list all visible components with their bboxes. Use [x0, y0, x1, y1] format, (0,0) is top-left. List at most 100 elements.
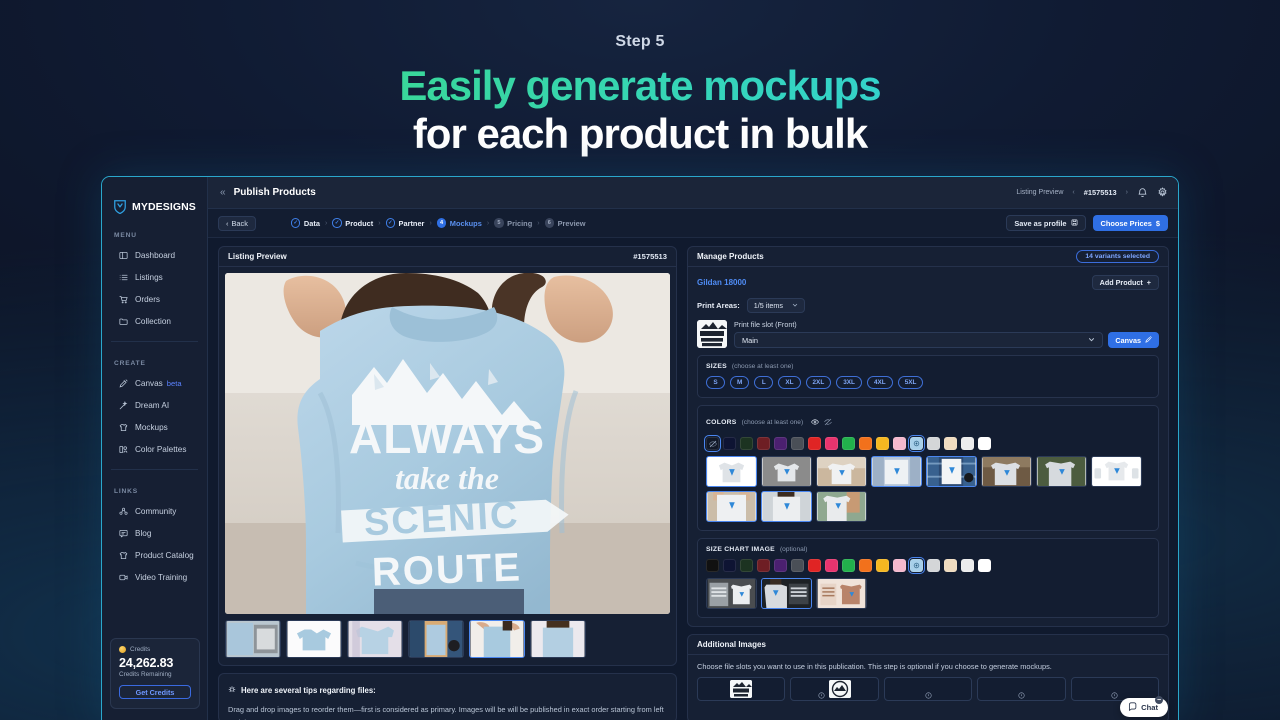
chart-color-light-pink[interactable]: [893, 559, 906, 572]
color-swatch-orange[interactable]: [859, 437, 872, 450]
chart-color-pink-hot[interactable]: [825, 559, 838, 572]
listing-id[interactable]: #1575513: [1084, 188, 1117, 197]
wizard-step-mockups[interactable]: 4 Mockups: [436, 218, 482, 228]
size-chip-l[interactable]: L: [754, 376, 774, 389]
chart-color-red[interactable]: [808, 559, 821, 572]
sidebar-item-community[interactable]: Community: [102, 502, 207, 520]
size-chip-2xl[interactable]: 2XL: [805, 376, 832, 389]
preview-thumbnail[interactable]: [408, 620, 464, 658]
mockup-forest-model[interactable]: [1036, 456, 1087, 487]
color-swatch-maroon[interactable]: [757, 437, 770, 450]
back-button[interactable]: ‹ Back: [218, 215, 256, 231]
size-chip-5xl[interactable]: 5XL: [897, 376, 924, 389]
color-swatch-white[interactable]: [978, 437, 991, 450]
mockup-model-indoor[interactable]: [816, 456, 867, 487]
preview-thumbnail[interactable]: [225, 620, 281, 658]
print-file-thumbnail[interactable]: [697, 320, 727, 348]
color-swatch-ash[interactable]: [961, 437, 974, 450]
color-swatch-forest[interactable]: [740, 437, 753, 450]
size-chip-m[interactable]: M: [730, 376, 750, 389]
sidebar-item-dream-ai[interactable]: Dream AI: [102, 396, 207, 414]
next-listing-icon[interactable]: ›: [1126, 189, 1128, 196]
chart-color-sport-grey[interactable]: [927, 559, 940, 572]
sidebar-item-mockups[interactable]: Mockups: [102, 418, 207, 436]
save-as-profile-button[interactable]: Save as profile: [1006, 215, 1086, 231]
chart-color-purple[interactable]: [774, 559, 787, 572]
eye-off-icon[interactable]: [824, 413, 832, 431]
chart-color-white[interactable]: [978, 559, 991, 572]
color-swatch-sand[interactable]: [944, 437, 957, 450]
chart-color-light-blue[interactable]: [908, 557, 925, 574]
chart-color-orange[interactable]: [859, 559, 872, 572]
chart-color-ash[interactable]: [961, 559, 974, 572]
chart-color-maroon[interactable]: [757, 559, 770, 572]
chart-color-navy[interactable]: [723, 559, 736, 572]
gear-icon[interactable]: [1157, 187, 1168, 198]
sidebar-item-product-catalog[interactable]: Product Catalog: [102, 546, 207, 564]
color-swatch-green[interactable]: [842, 437, 855, 450]
file-slot-design-always[interactable]: [697, 677, 786, 701]
print-file-slot-select[interactable]: Main: [734, 332, 1104, 348]
sidebar-item-listings[interactable]: Listings: [102, 268, 207, 286]
file-slot-design-mountain[interactable]: [790, 677, 879, 701]
chart-color-gold[interactable]: [876, 559, 889, 572]
chart-color-forest[interactable]: [740, 559, 753, 572]
preview-image[interactable]: ALWAYS take the SCENIC ROUTE: [225, 273, 670, 614]
preview-thumbnail[interactable]: [347, 620, 403, 658]
brand-logo[interactable]: MYDESIGNS: [102, 177, 207, 215]
sidebar-item-video-training[interactable]: Video Training: [102, 568, 207, 586]
file-slot-empty-2[interactable]: [977, 677, 1066, 701]
color-swatch-sport-grey[interactable]: [927, 437, 940, 450]
mockup-front-flat-white[interactable]: [706, 456, 757, 487]
preview-thumbnail-selected[interactable]: [469, 620, 525, 658]
wizard-step-preview[interactable]: 6 Preview: [544, 218, 586, 228]
color-swatch-black[interactable]: [704, 435, 721, 452]
product-name-link[interactable]: Gildan 18000: [697, 278, 746, 287]
mockup-model-smiling[interactable]: [816, 491, 867, 522]
chart-color-black[interactable]: [706, 559, 719, 572]
color-swatch-gold[interactable]: [876, 437, 889, 450]
preview-thumbnail[interactable]: [286, 620, 342, 658]
size-chart-model-dark[interactable]: [761, 578, 812, 609]
chat-widget[interactable]: Chat −: [1120, 696, 1168, 717]
bell-icon[interactable]: [1137, 187, 1148, 198]
sidebar-item-orders[interactable]: Orders: [102, 290, 207, 308]
mockup-hanger-dark-bg[interactable]: [761, 456, 812, 487]
sidebar-item-canvas[interactable]: Canvas beta: [102, 374, 207, 392]
collapse-sidebar-icon[interactable]: «: [220, 187, 226, 198]
chart-color-charcoal[interactable]: [791, 559, 804, 572]
file-slot-empty-1[interactable]: [883, 677, 973, 701]
wizard-step-product[interactable]: ✓ Product: [332, 218, 373, 228]
color-swatch-purple[interactable]: [774, 437, 787, 450]
mockup-outdoor-model[interactable]: [981, 456, 1032, 487]
sidebar-item-dashboard[interactable]: Dashboard: [102, 246, 207, 264]
prev-listing-icon[interactable]: ‹: [1072, 189, 1074, 196]
sidebar-item-color-palettes[interactable]: Color Palettes: [102, 440, 207, 458]
wizard-step-pricing[interactable]: 5 Pricing: [494, 218, 532, 228]
color-swatch-light-pink[interactable]: [893, 437, 906, 450]
sidebar-item-blog[interactable]: Blog: [102, 524, 207, 542]
preview-thumbnail[interactable]: [530, 620, 586, 658]
mockup-denim-flatlay[interactable]: [871, 456, 922, 487]
color-swatch-charcoal[interactable]: [791, 437, 804, 450]
canvas-button[interactable]: Canvas: [1108, 332, 1159, 348]
mockup-plaid-flatlay[interactable]: [926, 456, 977, 487]
choose-prices-button[interactable]: Choose Prices $: [1092, 215, 1168, 231]
chat-minimize-button[interactable]: −: [1155, 696, 1163, 704]
wizard-step-partner[interactable]: ✓ Partner: [385, 218, 424, 228]
sidebar-item-collection[interactable]: Collection: [102, 312, 207, 330]
size-chip-s[interactable]: S: [706, 376, 725, 389]
wizard-step-data[interactable]: ✓ Data: [290, 218, 320, 228]
color-swatch-pink-hot[interactable]: [825, 437, 838, 450]
color-swatch-red[interactable]: [808, 437, 821, 450]
listing-preview-link[interactable]: Listing Preview: [1016, 189, 1063, 196]
chart-color-sand[interactable]: [944, 559, 957, 572]
size-chart-tan-sweatshirt[interactable]: [816, 578, 867, 609]
mockup-flat-accessories[interactable]: [1091, 456, 1142, 487]
mockup-model-closeup-a[interactable]: [706, 491, 757, 522]
size-chip-4xl[interactable]: 4XL: [866, 376, 893, 389]
chart-color-green[interactable]: [842, 559, 855, 572]
size-chip-xl[interactable]: XL: [778, 376, 801, 389]
add-product-button[interactable]: Add Product +: [1091, 275, 1159, 290]
get-credits-button[interactable]: Get Credits: [119, 685, 191, 699]
